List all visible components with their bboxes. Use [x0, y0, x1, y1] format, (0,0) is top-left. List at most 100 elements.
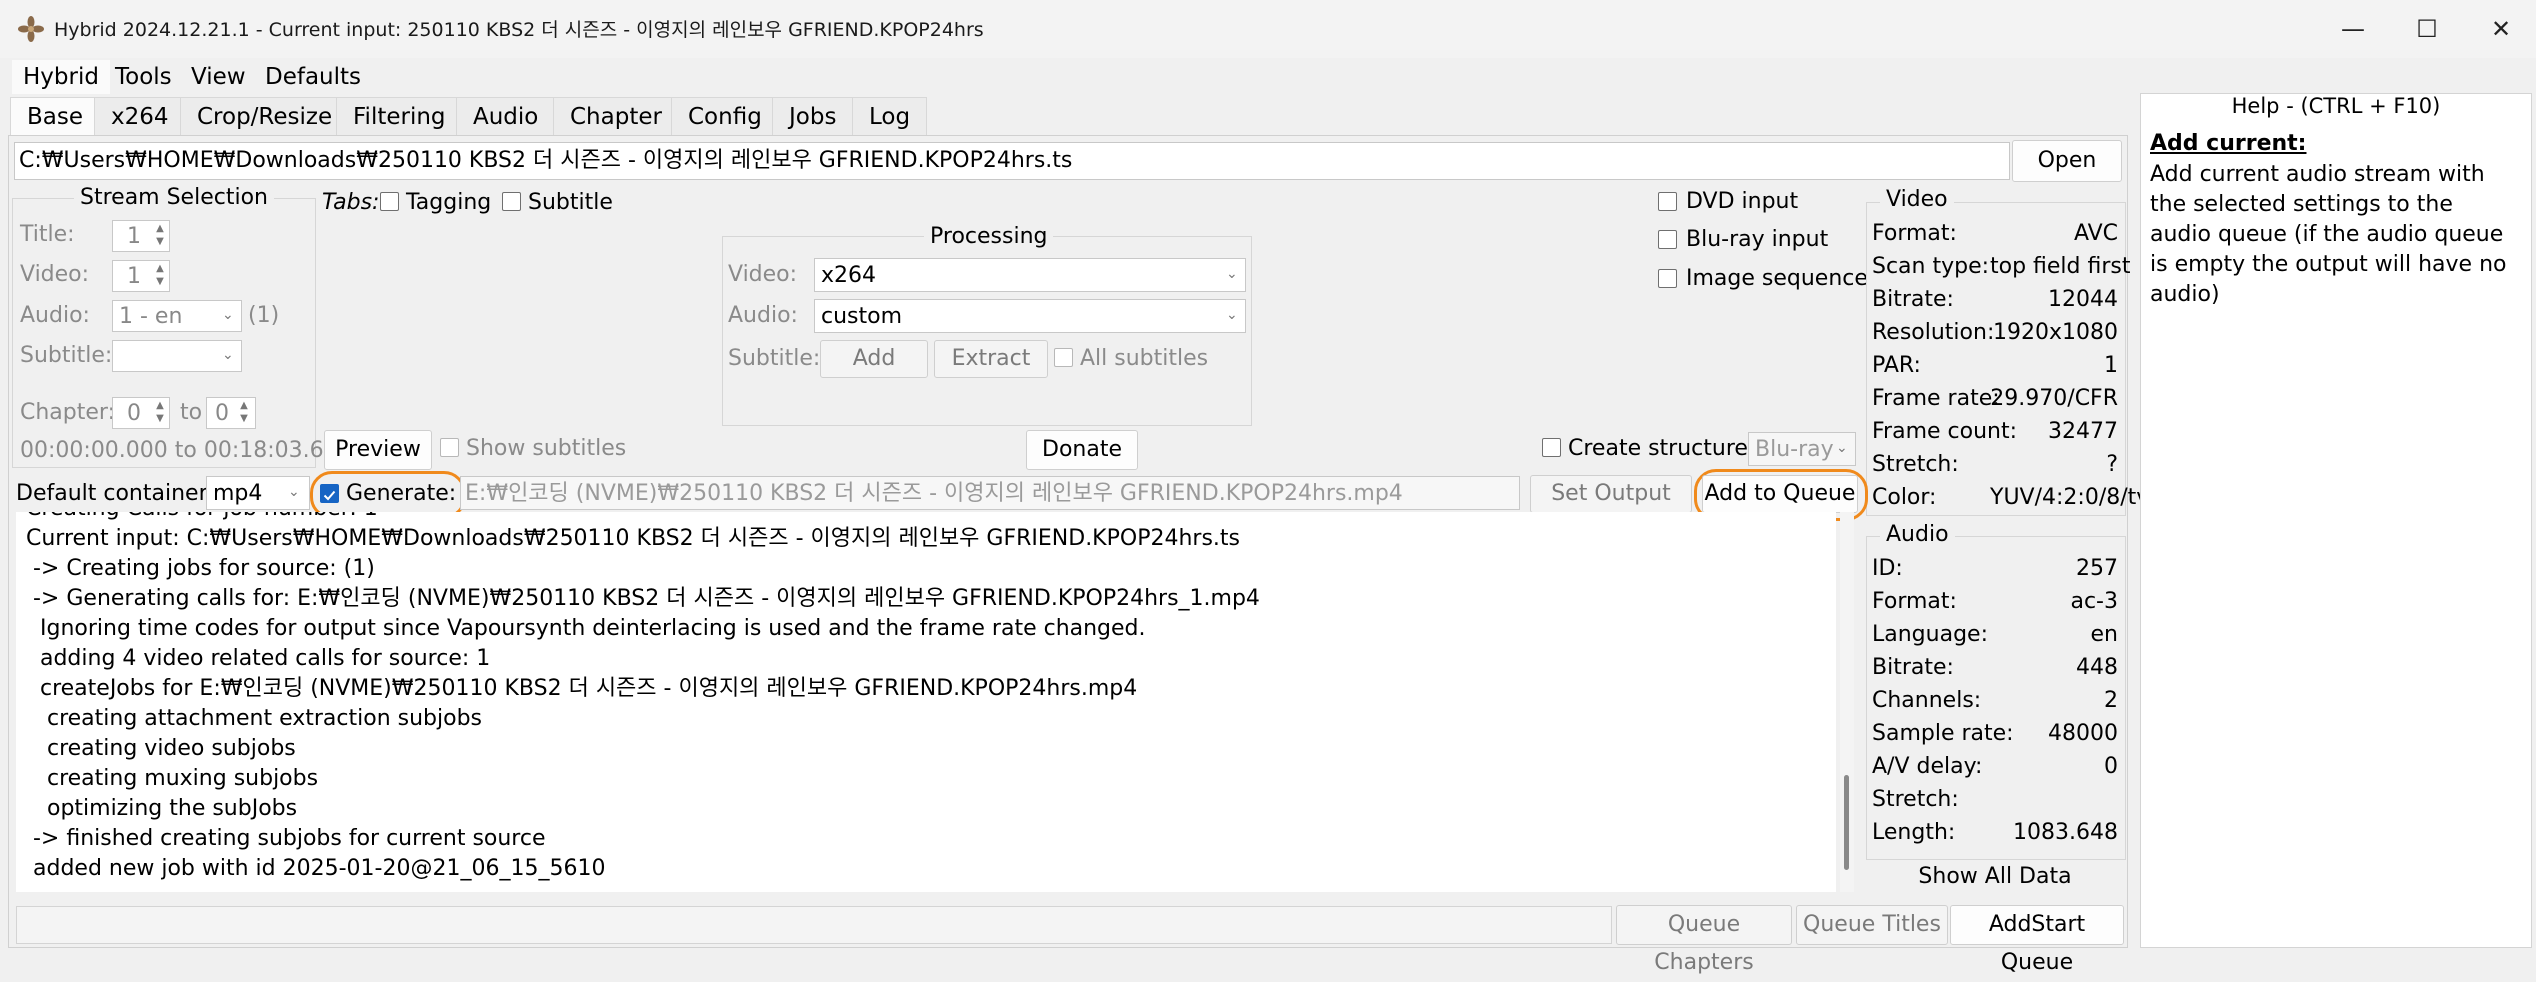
subtitle-extract-button[interactable]: Extract	[934, 340, 1048, 378]
info-key: Resolution:	[1872, 320, 1995, 345]
help-body: Add current audio stream with the select…	[2150, 162, 2507, 307]
tab-log[interactable]: Log	[852, 97, 928, 136]
info-key: Bitrate:	[1872, 655, 1954, 680]
processing-video-label: Video:	[728, 262, 798, 287]
show-subtitles-label: Show subtitles	[466, 436, 627, 461]
info-key: Language:	[1872, 622, 1988, 647]
all-subtitles-checkbox[interactable]	[1054, 348, 1073, 367]
tab-x264[interactable]: x264	[94, 97, 186, 136]
chapter-to-label: to	[180, 400, 203, 425]
chevron-down-icon: ⌄	[222, 347, 234, 363]
bluray-input-label: Blu-ray input	[1686, 227, 1829, 252]
log-lines: Creating Calls for job number: 1 Current …	[16, 512, 1836, 884]
add-start-queue-button[interactable]: AddStart Queue	[1950, 905, 2124, 975]
all-subtitles-label: All subtitles	[1080, 346, 1209, 371]
log-line: -> Generating calls for: E:₩인코딩 (NVME)₩2…	[26, 586, 1260, 611]
set-output-file-button[interactable]: Set Output File	[1530, 475, 1692, 542]
info-value: 29.970/CFR	[1990, 386, 2118, 411]
create-structure-label: Create structure:	[1568, 436, 1756, 461]
input-file-field[interactable]: C:₩Users₩HOME₩Downloads₩250110 KBS2 더 시즌…	[14, 142, 2010, 180]
open-button[interactable]: Open	[2012, 140, 2122, 182]
info-value: ?	[2106, 452, 2118, 477]
log-line: Creating Calls for job number: 1	[26, 512, 1836, 524]
info-value: AVC	[2073, 221, 2118, 246]
menu-view[interactable]: View	[180, 60, 257, 94]
menu-tools[interactable]: Tools	[104, 60, 183, 94]
time-range: 00:00:00.000 to 00:18:03.650	[20, 438, 352, 463]
dvd-input-label: DVD input	[1686, 189, 1799, 214]
maximize-button[interactable]: ☐	[2396, 0, 2458, 58]
tab-audio[interactable]: Audio	[456, 97, 556, 136]
log-scrollbar-thumb[interactable]	[1844, 775, 1849, 870]
checkmark-icon	[323, 490, 336, 501]
tab-base[interactable]: Base	[10, 97, 101, 136]
help-heading: Add current:	[2150, 131, 2307, 156]
audio-count: (1)	[248, 303, 280, 328]
chapter-label: Chapter:	[20, 400, 115, 425]
log-line: creating attachment extraction subjobs	[26, 706, 482, 731]
close-button[interactable]: ✕	[2470, 0, 2532, 58]
tagging-checkbox[interactable]	[380, 192, 399, 211]
tagging-label: Tagging	[406, 190, 492, 215]
minimize-button[interactable]: —	[2322, 0, 2384, 58]
info-value: 2	[2104, 688, 2118, 713]
log-line: Current input: C:₩Users₩HOME₩Downloads₩2…	[26, 526, 1240, 551]
info-value: 257	[2076, 556, 2118, 581]
queue-chapters-button[interactable]: Queue Chapters	[1616, 905, 1792, 975]
audio-encoder-select[interactable]: custom	[814, 299, 1246, 333]
tab-config[interactable]: Config	[671, 97, 779, 136]
image-sequence-checkbox[interactable]	[1658, 269, 1677, 288]
output-file-field[interactable]: E:₩인코딩 (NVME)₩250110 KBS2 더 시즌즈 - 이영지의 레…	[460, 476, 1520, 510]
processing-subtitle-label: Subtitle:	[728, 346, 821, 371]
subtitle-tab-checkbox[interactable]	[502, 192, 521, 211]
info-key: Stretch:	[1872, 452, 1959, 477]
info-key: Stretch:	[1872, 787, 1959, 812]
info-key: Frame rate:	[1872, 386, 2000, 411]
tab-chapter[interactable]: Chapter	[553, 97, 679, 136]
info-key: Format:	[1872, 589, 1957, 614]
video-spin-arrows[interactable]: ▲ ▼	[148, 262, 172, 288]
info-value: top field first	[1990, 254, 2131, 279]
menu-hybrid[interactable]: Hybrid	[12, 60, 110, 94]
progress-bar	[16, 906, 1612, 944]
donate-button[interactable]: Donate	[1026, 430, 1138, 470]
chevron-down-icon: ⌄	[1226, 266, 1238, 282]
video-encoder-select[interactable]: x264	[814, 258, 1246, 292]
log-line: creating muxing subjobs	[26, 766, 319, 791]
log-line: added new job with id 2025-01-20@21_06_1…	[26, 856, 606, 881]
chevron-down-icon: ⌄	[1836, 440, 1848, 456]
default-container-label: Default container:	[16, 481, 215, 506]
title-spin-arrows[interactable]: ▲ ▼	[148, 222, 172, 248]
info-value: 48000	[2048, 721, 2118, 746]
processing-audio-label: Audio:	[728, 303, 798, 328]
queue-titles-button[interactable]: Queue Titles	[1796, 905, 1948, 945]
chapter-from-arrows[interactable]: ▲ ▼	[148, 399, 172, 425]
log-line: createJobs for E:₩인코딩 (NVME)₩250110 KBS2…	[26, 676, 1138, 701]
video-label: Video:	[20, 262, 90, 287]
preview-button[interactable]: Preview	[324, 430, 432, 470]
generate-checkbox[interactable]	[320, 484, 339, 503]
info-value: ac-3	[2070, 589, 2118, 614]
tab-filtering[interactable]: Filtering	[336, 97, 463, 136]
log-line: optimizing the subJobs	[26, 796, 298, 821]
show-subtitles-checkbox[interactable]	[440, 438, 459, 457]
subtitle-tab-label: Subtitle	[528, 190, 613, 215]
info-key: Scan type:	[1872, 254, 1990, 279]
bluray-input-checkbox[interactable]	[1658, 230, 1677, 249]
create-structure-checkbox[interactable]	[1542, 438, 1561, 457]
chapter-to-arrows[interactable]: ▲ ▼	[232, 399, 256, 425]
info-value: 448	[2076, 655, 2118, 680]
tab-crop-resize[interactable]: Crop/Resize	[180, 97, 350, 136]
log-line: adding 4 video related calls for source:…	[26, 646, 491, 671]
stream-selection-title: Stream Selection	[74, 185, 274, 210]
subtitle-add-button[interactable]: Add	[820, 340, 928, 378]
subtitle-label: Subtitle:	[20, 343, 113, 368]
show-all-data-button[interactable]: Show All Data	[1866, 864, 2124, 889]
tabs-label: Tabs:	[322, 190, 380, 215]
add-to-queue-button[interactable]: Add to Queue	[1702, 475, 1858, 513]
menu-defaults[interactable]: Defaults	[254, 60, 372, 94]
tab-jobs[interactable]: Jobs	[772, 97, 854, 136]
dvd-input-checkbox[interactable]	[1658, 192, 1677, 211]
processing-title: Processing	[924, 224, 1054, 249]
job-log[interactable]: Creating Calls for job number: 1 Current …	[16, 512, 1836, 892]
